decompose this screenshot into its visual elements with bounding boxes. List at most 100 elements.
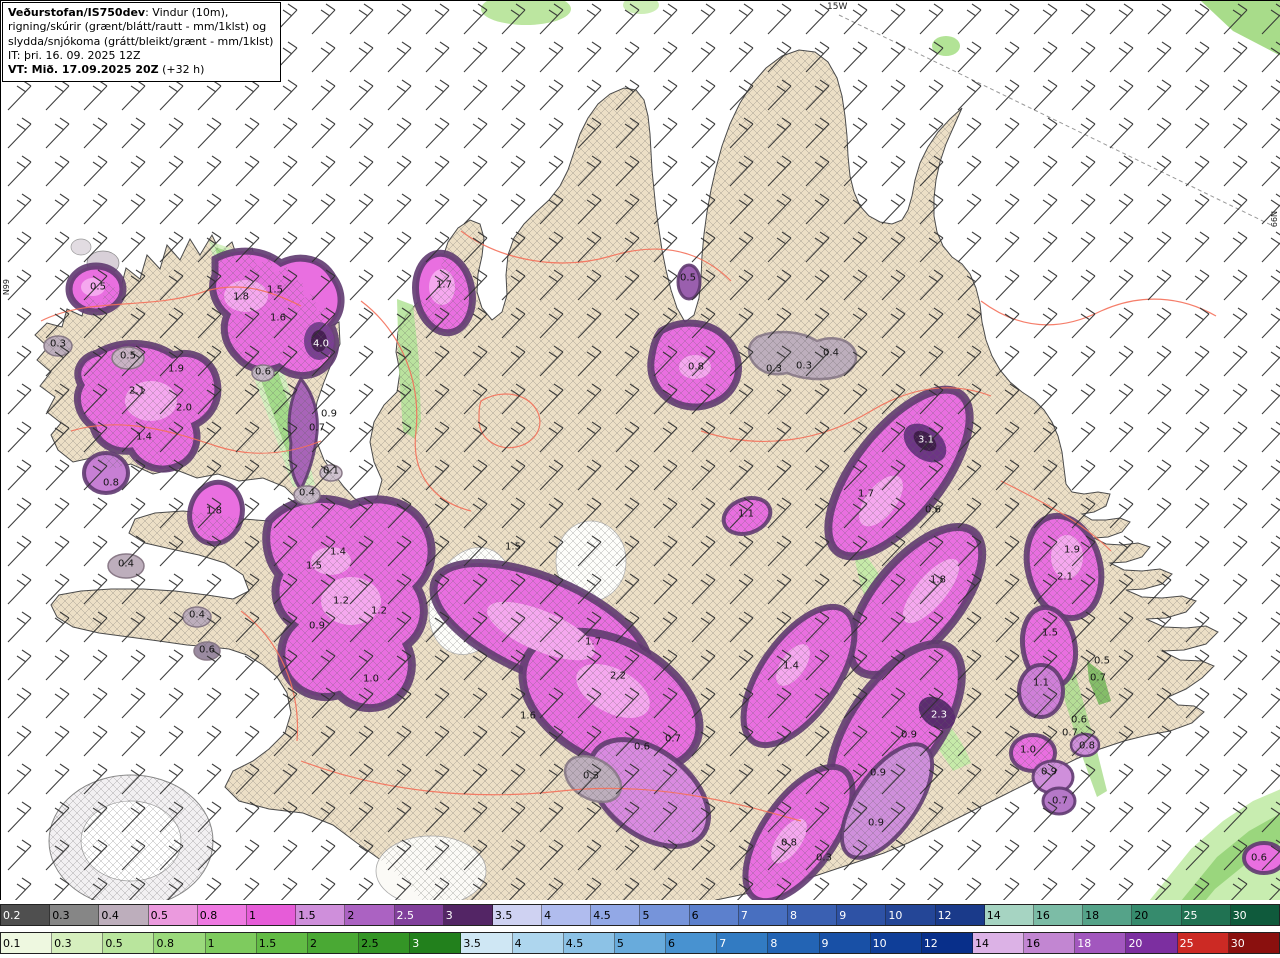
valid-time: VT: Mið. 17.09.2025 20Z (+32 h): [8, 63, 205, 77]
legend-cell: 8: [768, 933, 820, 953]
legend-tick-label: 25: [1183, 908, 1198, 922]
legend-cell: 5: [614, 933, 667, 953]
legend-cell: 2.5: [359, 933, 411, 953]
title-box: Veðurstofan/IS750dev: Vindur (10m), rign…: [2, 2, 282, 83]
legend-cell: 0.3: [50, 905, 100, 925]
legend-tick-label: 2.5: [361, 936, 379, 950]
legend-cell: 18: [1075, 933, 1127, 953]
legend-cell: 20: [1126, 933, 1178, 953]
legend-tick-label: 7: [719, 936, 727, 950]
legend-tick-label: 4: [544, 908, 552, 922]
legend-tick-label: 4.5: [593, 908, 611, 922]
legend-tick-label: 6: [691, 908, 699, 922]
weather-forecast-page: 0.5 1.8 1.5 1.6 4.0 1.7 0.3 0.5 1.9 2.1 2.0 1.4 0.8 0…: [0, 0, 1280, 958]
legend-tick-label: 1: [248, 908, 256, 922]
legend-cell: 20: [1132, 905, 1182, 925]
legend-cell: 5: [640, 905, 690, 925]
grid-label-left: N99: [2, 279, 11, 296]
legend-cell: 3.5: [461, 933, 513, 953]
legend-tick-label: 0.8: [199, 908, 218, 922]
legend-tick-label: 12: [923, 936, 938, 950]
legend-tick-label: 6: [668, 936, 676, 950]
legend-cell: 14: [984, 905, 1034, 925]
legend-cell: 2: [345, 905, 395, 925]
legend-cell: 7: [717, 933, 769, 953]
legend-tick-label: 9: [821, 936, 829, 950]
grid-label-right: N99: [1269, 211, 1278, 228]
legend-cell: 2: [307, 933, 360, 953]
legend-tick-label: 3.5: [494, 908, 513, 922]
legend-tick-label: 3: [445, 908, 453, 922]
legend-tick-label: 18: [1085, 908, 1100, 922]
legend-cell: 1: [246, 905, 297, 925]
legend-tick-label: 14: [986, 908, 1001, 922]
legend-cell: 9: [819, 933, 871, 953]
legend-cell: 0.2: [1, 905, 51, 925]
legend-cell: 6: [666, 933, 718, 953]
legend-tick-label: 10: [888, 908, 903, 922]
legend-cell: 30: [1230, 905, 1279, 925]
legend-tick-label: 9: [839, 908, 847, 922]
legend-tick-label: 5: [642, 908, 650, 922]
legend-tick-label: 12: [937, 908, 952, 922]
weather-map: 0.5 1.8 1.5 1.6 4.0 1.7 0.3 0.5 1.9 2.1 2.0 1.4 0.8 0…: [0, 0, 1280, 901]
legend-tick-label: 8: [790, 908, 797, 922]
legend-cell: 3: [443, 905, 493, 925]
legend-tick-label: 25: [1179, 936, 1194, 950]
legend-tick-label: 20: [1128, 936, 1143, 950]
legend-tick-label: 0.2: [3, 908, 21, 922]
legend-tick-label: 20: [1134, 908, 1149, 922]
legend-cell: 4: [542, 905, 592, 925]
legend-cell: 3: [410, 933, 462, 953]
legend-cell: 7: [738, 905, 788, 925]
legend-tick-label: 14: [974, 936, 989, 950]
legend-tick-label: 0.3: [52, 908, 70, 922]
legend-tick-label: 2: [309, 936, 317, 950]
legend-cell: 4.5: [563, 933, 615, 953]
legend-cell: 6: [689, 905, 739, 925]
legend-tick-label: 7: [740, 908, 748, 922]
legend-tick-label: 2.5: [396, 908, 415, 922]
legend-tick-label: 30: [1232, 908, 1247, 922]
legend-cell: 0.3: [52, 933, 104, 953]
legend-cell: 9: [837, 905, 887, 925]
title-line-2: rigning/skúrir (grænt/blátt/rautt - mm/1…: [8, 20, 267, 34]
legend-cell: 1: [205, 933, 257, 953]
legend-cell: 4: [512, 933, 564, 953]
legend-cell: 12: [935, 905, 985, 925]
legend-cell: 18: [1083, 905, 1133, 925]
legend-cell: 0.1: [1, 933, 53, 953]
legend-tick-label: 3.5: [463, 936, 481, 950]
legend-cell: 0.5: [103, 933, 155, 953]
legend-tick-label: 10: [872, 936, 887, 950]
legend-cell: 25: [1181, 905, 1231, 925]
legend-rain-scale: 0.1 0.3 0.5 0.8 1 1.5 2 2.5 3 3.5 4 4.5 5 6 7 8 9 10 12 14 1…: [0, 932, 1280, 954]
title-line-1: Veðurstofan/IS750dev: Vindur (10m),: [8, 6, 229, 19]
meridian-label: 15W: [827, 2, 848, 12]
legend-tick-label: 4.5: [565, 936, 584, 950]
legend-tick-label: 0.3: [54, 936, 72, 950]
wind-barbs-layer: [1, 1, 1280, 901]
legend-cell: 2.5: [394, 905, 444, 925]
legend-tick-label: 1.5: [258, 936, 277, 950]
legend-tick-label: 2: [347, 908, 355, 922]
legend-cell: 25: [1177, 933, 1229, 953]
legend-tick-label: 1.5: [298, 908, 316, 922]
legend-tick-label: 0.4: [101, 908, 119, 922]
legend-tick-label: 16: [1026, 936, 1041, 950]
legend-cell: 16: [1033, 905, 1084, 925]
model-name: Veðurstofan/IS750dev: [8, 6, 146, 19]
legend-cell: 12: [921, 933, 973, 953]
legend-tick-label: 4: [514, 936, 522, 950]
legend-cell: 10: [870, 933, 922, 953]
legend-cell: 0.8: [154, 933, 206, 953]
legend-cell: 0.8: [197, 905, 247, 925]
legend-tick-label: 3: [412, 936, 420, 950]
legend-cell: 3.5: [492, 905, 543, 925]
legend-cell: 0.5: [148, 905, 198, 925]
legend-tick-label: 18: [1077, 936, 1092, 950]
map-canvas: [1, 1, 1280, 901]
legend-cell: 4.5: [591, 905, 641, 925]
init-time: IT: þri. 16. 09. 2025 12Z: [8, 48, 141, 62]
legend-tick-label: 1: [207, 936, 215, 950]
